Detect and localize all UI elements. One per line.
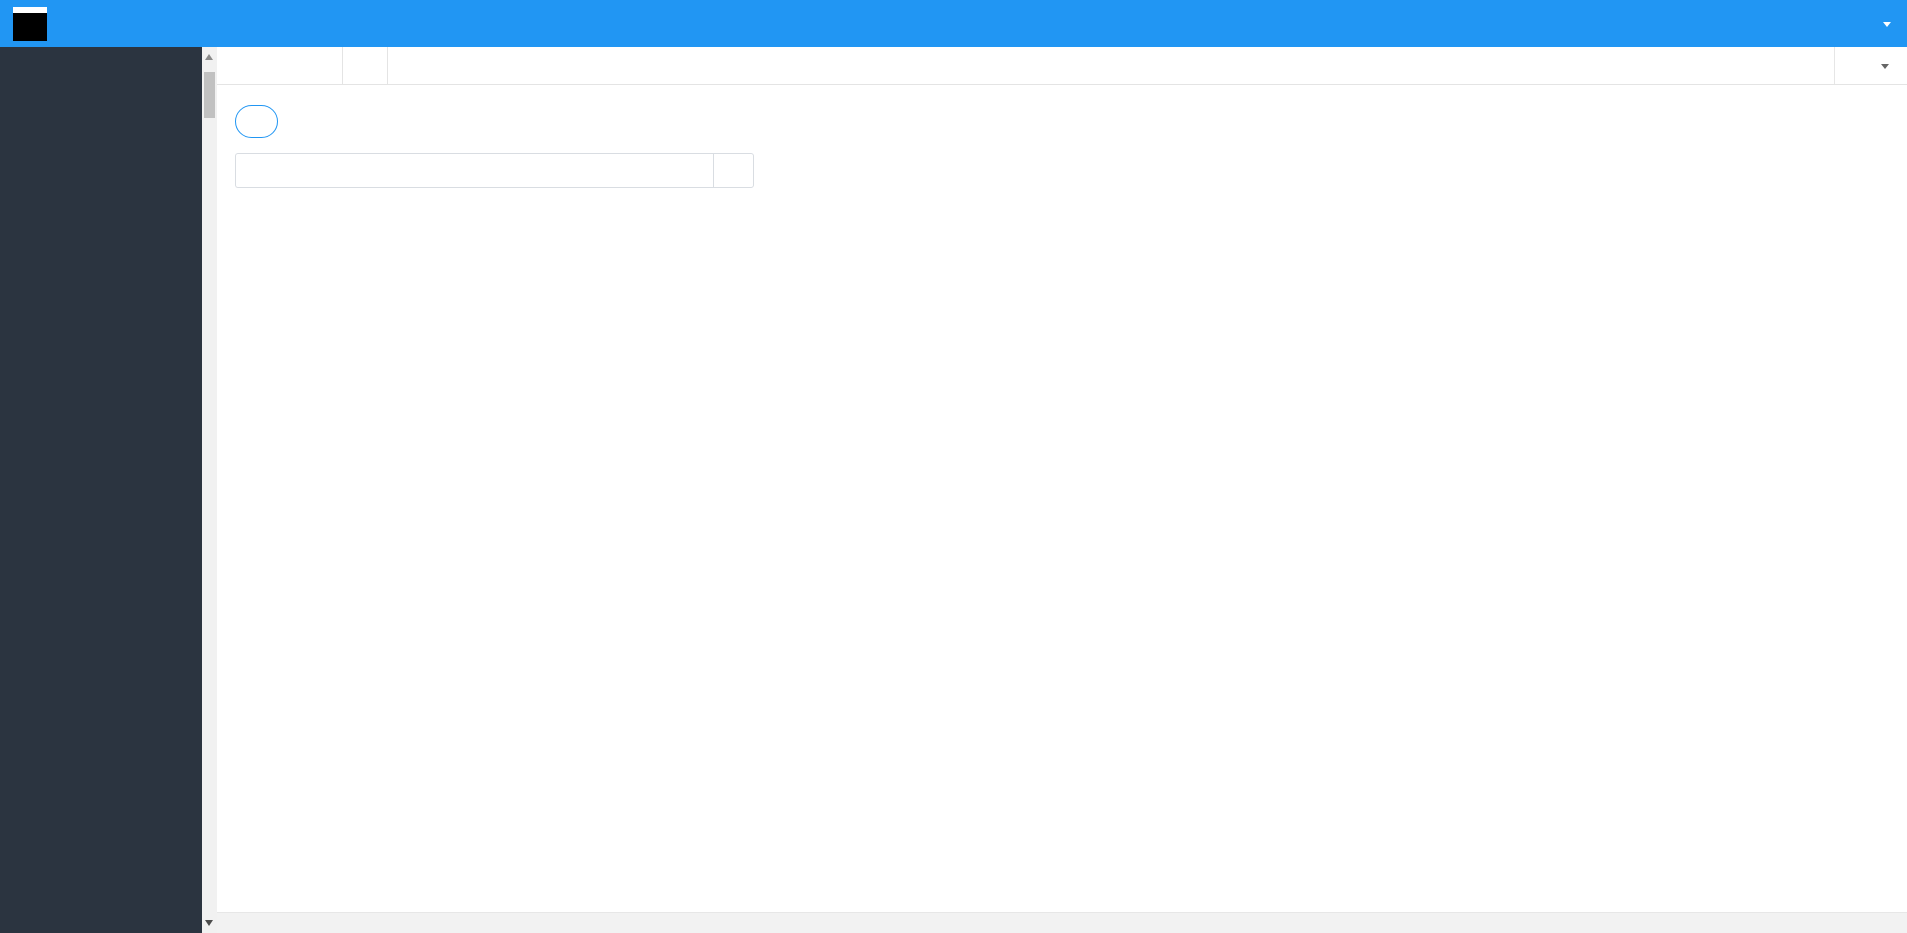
- tabs-scroll-left[interactable]: [239, 47, 263, 84]
- caret-down-icon: [1883, 21, 1891, 31]
- tabbar-right-controls: [1834, 47, 1907, 84]
- scrollbar-down-arrow[interactable]: [205, 920, 213, 926]
- close-operations-dropdown[interactable]: [1865, 59, 1897, 73]
- search-input[interactable]: [235, 153, 713, 188]
- sidebar-scrollbar[interactable]: [202, 47, 217, 933]
- tab-system-settings[interactable]: [298, 47, 342, 84]
- brand-zone: [0, 0, 202, 47]
- footer: [217, 912, 1907, 933]
- tab-coin-list[interactable]: [342, 47, 388, 84]
- admin-window: [0, 0, 1907, 933]
- topbar: [0, 0, 1907, 47]
- content-area: [217, 85, 1907, 912]
- caret-down-icon: [1881, 63, 1889, 73]
- tab-home[interactable]: [263, 47, 298, 84]
- search-bar: [235, 153, 754, 188]
- search-button[interactable]: [713, 153, 754, 188]
- app-logo: [13, 6, 47, 41]
- scrollbar-thumb[interactable]: [204, 72, 215, 118]
- tabbar: [217, 47, 1907, 85]
- sidebar: [0, 47, 202, 933]
- user-menu[interactable]: [1869, 17, 1891, 31]
- add-button[interactable]: [235, 105, 278, 138]
- scrollbar-up-arrow[interactable]: [205, 54, 213, 60]
- topbar-actions: [1795, 17, 1907, 31]
- main-panel: [217, 47, 1907, 933]
